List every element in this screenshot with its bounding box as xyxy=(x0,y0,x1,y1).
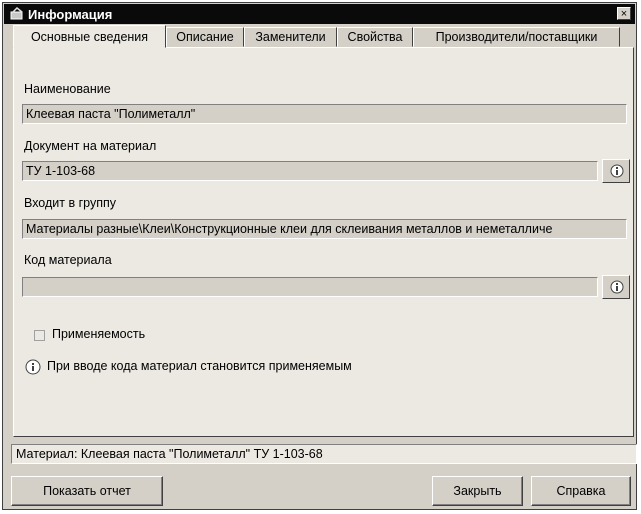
title-bar: Информация × xyxy=(4,4,635,24)
applicability-checkbox[interactable] xyxy=(34,330,45,341)
close-icon: × xyxy=(620,8,628,20)
tab-properties[interactable]: Свойства xyxy=(337,27,413,47)
info-icon xyxy=(610,164,624,178)
name-label: Наименование xyxy=(24,82,111,96)
document-field[interactable]: ТУ 1-103-68 xyxy=(22,161,598,181)
window-title: Информация xyxy=(28,7,113,22)
applicability-label: Применяемость xyxy=(52,327,146,341)
code-label: Код материала xyxy=(24,253,112,267)
info-dialog: Информация × Основные сведения Описание … xyxy=(2,2,637,510)
hint-text: При вводе кода материал становится приме… xyxy=(47,359,352,373)
main-info-panel: Наименование Клеевая паста "Полиметалл" … xyxy=(13,47,634,437)
close-button[interactable]: Закрыть xyxy=(432,476,523,506)
tab-manufacturers[interactable]: Производители/поставщики xyxy=(413,27,620,47)
group-field[interactable]: Материалы разные\Клеи\Конструкционные кл… xyxy=(22,219,627,239)
show-report-button[interactable]: Показать отчет xyxy=(11,476,163,506)
tab-main-info[interactable]: Основные сведения xyxy=(13,25,166,48)
close-window-button[interactable]: × xyxy=(617,7,631,20)
app-icon xyxy=(10,7,23,20)
code-info-button[interactable] xyxy=(602,275,630,299)
tab-substitutes[interactable]: Заменители xyxy=(244,27,337,47)
info-icon xyxy=(610,280,624,294)
info-icon xyxy=(25,359,41,375)
help-button[interactable]: Справка xyxy=(531,476,631,506)
tab-description[interactable]: Описание xyxy=(166,27,244,47)
document-info-button[interactable] xyxy=(602,159,630,183)
name-field[interactable]: Клеевая паста "Полиметалл" xyxy=(22,104,627,124)
status-bar: Материал: Клеевая паста "Полиметалл" ТУ … xyxy=(11,444,637,464)
document-label: Документ на материал xyxy=(24,139,157,153)
group-label: Входит в группу xyxy=(24,196,116,210)
code-field[interactable] xyxy=(22,277,598,297)
